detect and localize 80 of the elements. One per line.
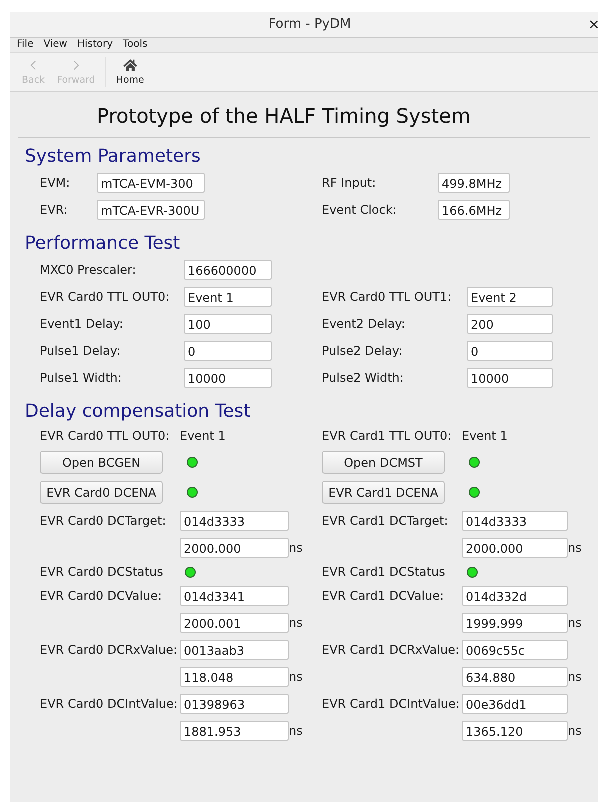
section-heading: Delay compensation Test — [25, 401, 252, 423]
unit-label: ns — [568, 540, 583, 556]
field-label: Event Clock: — [322, 202, 398, 218]
value-field[interactable]: 2000.000 — [462, 538, 568, 558]
menu-item[interactable]: Tools — [123, 39, 148, 51]
unit-label: ns — [568, 615, 583, 631]
unit-label: ns — [568, 669, 583, 685]
value-field[interactable]: 1365.120 — [462, 721, 568, 741]
unit-label: ns — [289, 540, 304, 556]
field-label: EVR Card1 DCIntValue: — [322, 696, 461, 712]
field-label: EVR Card0 DCIntValue: — [40, 696, 179, 712]
value-field[interactable]: mTCA-EVM-300 — [97, 173, 205, 193]
unit-label: ns — [289, 615, 304, 631]
field-label: Pulse2 Delay: — [322, 343, 404, 359]
value-field[interactable]: 10000 — [467, 368, 553, 388]
action-button[interactable]: EVR Card1 DCENA — [322, 481, 445, 504]
field-label: Event1 Delay: — [40, 316, 124, 332]
unit-label: ns — [568, 723, 583, 739]
value-field[interactable]: 1999.999 — [462, 613, 568, 633]
action-button[interactable]: Open BCGEN — [40, 451, 163, 474]
value-field[interactable]: 0 — [467, 341, 553, 361]
value-field[interactable]: 634.880 — [462, 667, 568, 687]
field-label: Pulse1 Width: — [40, 370, 123, 386]
value-field[interactable]: 200 — [467, 314, 553, 334]
value-field[interactable]: Event 1 — [184, 287, 272, 307]
menu-item[interactable]: History — [77, 39, 114, 51]
field-label: Pulse2 Width: — [322, 370, 405, 386]
field-label: EVR Card1 DCValue: — [322, 588, 446, 604]
field-label: RF Input: — [322, 175, 378, 191]
value-field[interactable]: 166600000 — [184, 260, 272, 280]
field-label: Event2 Delay: — [322, 316, 406, 332]
menu-item[interactable]: File — [17, 39, 34, 51]
value-field[interactable]: Event 2 — [467, 287, 553, 307]
value-field[interactable]: 2000.001 — [180, 613, 289, 633]
field-label: EVR Card1 DCRxValue: — [322, 642, 461, 658]
field-label: EVR: — [40, 202, 69, 218]
value-field[interactable]: 0013aab3 — [180, 640, 289, 660]
value-text: Event 1 — [462, 428, 509, 444]
unit-label: ns — [289, 723, 304, 739]
field-label: EVR Card0 DCValue: — [40, 588, 164, 604]
page-heading: Prototype of the HALF Timing System — [97, 103, 472, 129]
value-field[interactable]: 014d332d — [462, 586, 568, 606]
action-button[interactable]: Open DCMST — [322, 451, 445, 474]
value-field[interactable]: 10000 — [184, 368, 272, 388]
close-button[interactable]: × — [588, 17, 598, 33]
field-label: EVR Card0 DCRxValue: — [40, 642, 179, 658]
field-label: EVR Card0 TTL OUT0: — [40, 429, 171, 443]
field-label: EVM: — [40, 175, 72, 191]
field-label: EVR Card0 DCTarget: — [40, 513, 168, 529]
field-label: MXC0 Prescaler: — [40, 262, 138, 278]
value-field[interactable]: 118.048 — [180, 667, 289, 687]
value-field[interactable]: mTCA-EVR-300U — [97, 200, 205, 220]
home-icon — [122, 59, 138, 72]
value-field[interactable]: 014d3333 — [180, 511, 289, 531]
field-label: Pulse1 Delay: — [40, 343, 122, 359]
action-button[interactable]: EVR Card0 DCENA — [40, 481, 163, 504]
value-field[interactable]: 0 — [184, 341, 272, 361]
value-field[interactable]: 01398963 — [180, 694, 289, 714]
toolbar-button[interactable]: Home — [112, 58, 148, 86]
field-label: EVR Card0 TTL OUT1: — [322, 289, 453, 305]
menu-item[interactable]: View — [44, 39, 68, 51]
field-label: EVR Card1 DCTarget: — [322, 513, 450, 529]
status-label: EVR Card1 DCStatus — [322, 565, 446, 579]
value-field[interactable]: 014d3341 — [180, 586, 289, 606]
value-text: Event 1 — [180, 428, 227, 444]
value-field[interactable]: 100 — [184, 314, 272, 334]
value-field[interactable]: 166.6MHz — [438, 200, 510, 220]
value-field[interactable]: 1881.953 — [180, 721, 289, 741]
field-label: EVR Card0 TTL OUT0: — [40, 289, 171, 305]
value-field[interactable]: 014d3333 — [462, 511, 568, 531]
value-field[interactable]: 2000.000 — [180, 538, 289, 558]
unit-label: ns — [289, 669, 304, 685]
window-title: Form - PyDM — [268, 17, 352, 32]
status-label: EVR Card0 DCStatus — [40, 565, 164, 579]
section-heading: Performance Test — [25, 233, 182, 255]
section-heading: System Parameters — [25, 146, 202, 168]
value-field[interactable]: 499.8MHz — [438, 173, 510, 193]
value-field[interactable]: 00e36dd1 — [462, 694, 568, 714]
value-field[interactable]: 0069c55c — [462, 640, 568, 660]
field-label: EVR Card1 TTL OUT0: — [322, 429, 453, 443]
